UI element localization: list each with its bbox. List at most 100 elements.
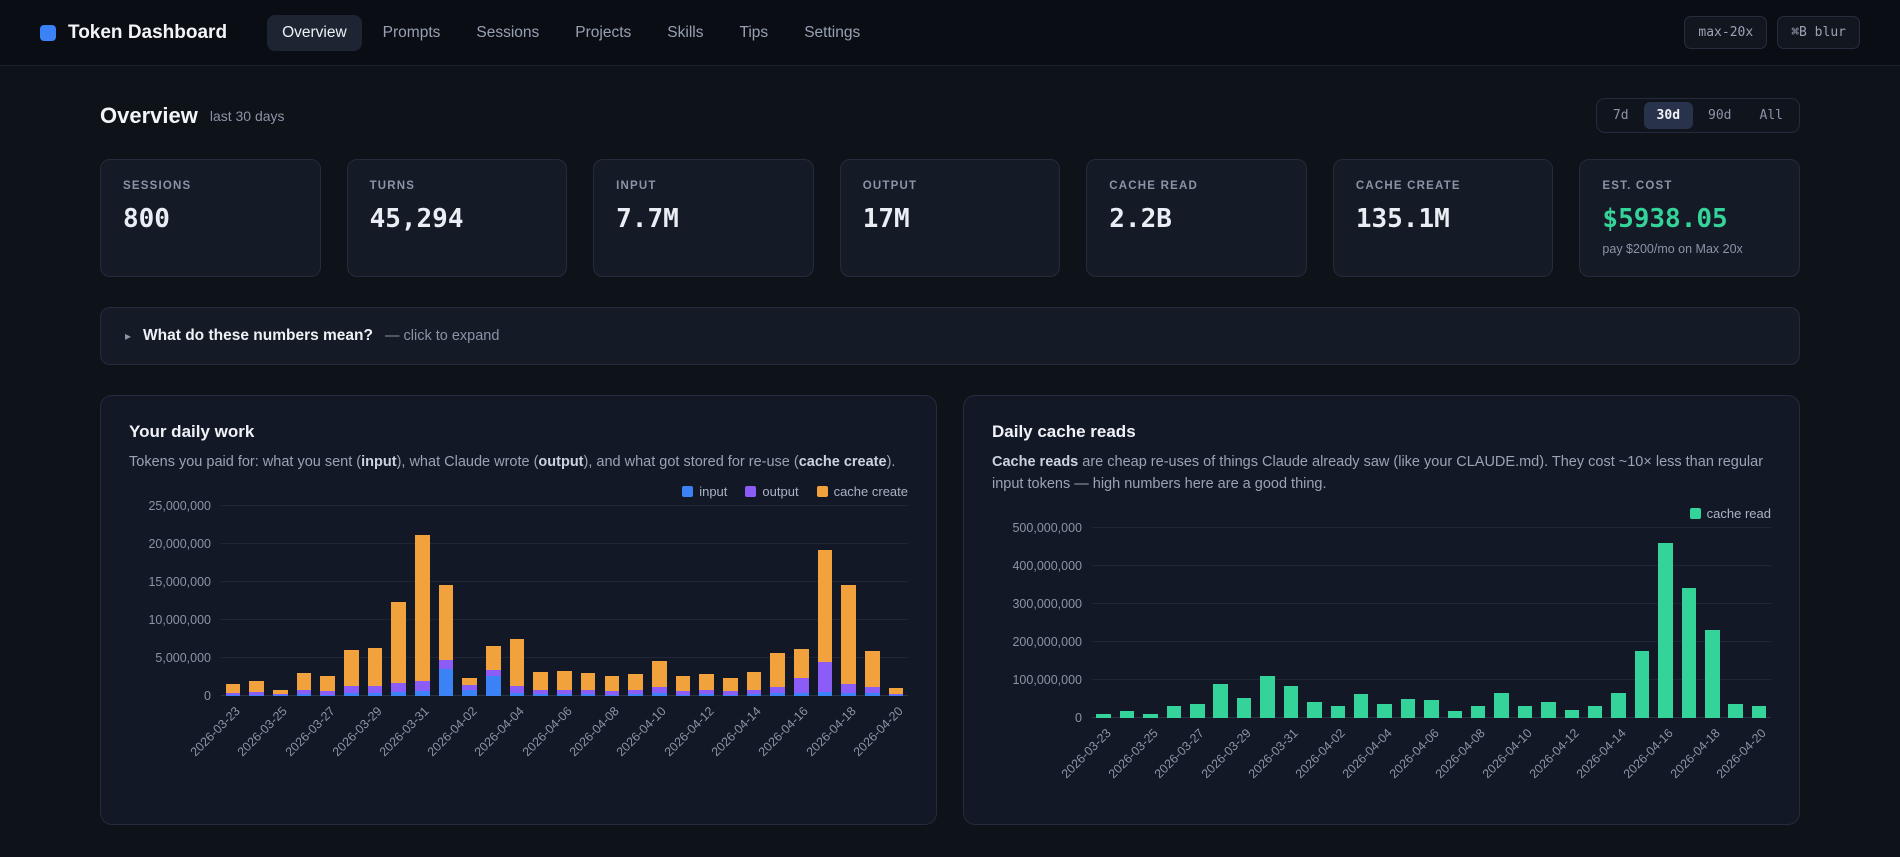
- bar-2026-04-20: [1752, 528, 1767, 718]
- bar-segment-input: [344, 693, 359, 695]
- bar-segment-cache-read: [1424, 700, 1439, 717]
- bar-2026-03-28: [344, 506, 359, 696]
- bar-segment-cache-create: [462, 678, 477, 686]
- bar-segment-output: [818, 662, 833, 692]
- bar-2026-04-02: [462, 506, 477, 696]
- bar-slot: [434, 506, 458, 696]
- x-tick-label: 2026-03-31: [377, 704, 432, 759]
- nav-item-skills[interactable]: Skills: [652, 15, 718, 51]
- bar-segment-cache-create: [865, 651, 880, 687]
- bar-slot: [529, 506, 553, 696]
- bar-2026-04-13: [723, 506, 738, 696]
- bar-segment-cache-read: [1307, 702, 1322, 718]
- bar-segment-cache-create: [439, 585, 454, 660]
- bar-2026-03-24: [249, 506, 264, 696]
- bar-segment-input: [818, 692, 833, 696]
- range-toggle: 7d30d90dAll: [1596, 98, 1800, 133]
- bar-slot: [482, 506, 506, 696]
- x-tick-label: 2026-04-10: [1480, 726, 1535, 781]
- bar-segment-cache-create: [818, 550, 833, 662]
- bar-segment-input: [320, 695, 335, 696]
- bar-segment-input: [557, 694, 572, 696]
- x-tick-label: 2026-04-12: [661, 704, 716, 759]
- caret-right-icon: ▸: [125, 329, 131, 343]
- nav-item-settings[interactable]: Settings: [789, 15, 875, 51]
- y-tick-label: 200,000,000: [1012, 635, 1082, 649]
- bar-2026-03-27: [320, 506, 335, 696]
- bar-slot: [363, 506, 387, 696]
- bar-segment-input: [723, 695, 738, 696]
- bar-segment-cache-create: [794, 649, 809, 678]
- bar-slot: [1747, 528, 1770, 718]
- range-option-90d[interactable]: 90d: [1695, 102, 1744, 129]
- bar-2026-03-26: [297, 506, 312, 696]
- bar-slot: [1326, 528, 1349, 718]
- nav-item-tips[interactable]: Tips: [724, 15, 783, 51]
- bar-2026-04-15: [1635, 528, 1650, 718]
- stat-value: 2.2B: [1109, 204, 1284, 234]
- range-option-7d[interactable]: 7d: [1600, 102, 1642, 129]
- bar-slot: [1560, 528, 1583, 718]
- bar-slot: [387, 506, 411, 696]
- y-tick-label: 10,000,000: [148, 613, 211, 627]
- bar-segment-cache-read: [1658, 543, 1673, 718]
- bar-segment-cache-create: [297, 673, 312, 690]
- bar-2026-04-18: [1705, 528, 1720, 718]
- range-option-all[interactable]: All: [1747, 102, 1796, 129]
- stat-card-input: INPUT7.7M: [593, 159, 814, 277]
- page-subtitle: last 30 days: [210, 108, 285, 124]
- x-tick-label: 2026-03-27: [282, 704, 337, 759]
- bar-segment-cache-read: [1471, 706, 1486, 717]
- stat-card-turns: TURNS45,294: [347, 159, 568, 277]
- bar-2026-04-04: [510, 506, 525, 696]
- nav-item-prompts[interactable]: Prompts: [368, 15, 456, 51]
- bar-slot: [647, 506, 671, 696]
- panel-title: Daily cache reads: [992, 422, 1771, 442]
- bar-2026-04-18: [841, 506, 856, 696]
- badge--b-blur[interactable]: ⌘B blur: [1777, 16, 1860, 49]
- explainer-expander[interactable]: ▸ What do these numbers mean? — click to…: [100, 307, 1800, 365]
- bar-2026-03-31: [1284, 528, 1299, 718]
- bar-slot: [1349, 528, 1372, 718]
- bar-2026-03-25: [273, 506, 288, 696]
- stat-card-cache-create: CACHE CREATE135.1M: [1333, 159, 1554, 277]
- x-tick-label: 2026-03-23: [188, 704, 243, 759]
- bar-slot: [1279, 528, 1302, 718]
- nav-item-sessions[interactable]: Sessions: [461, 15, 554, 51]
- bar-slot: [1115, 528, 1138, 718]
- panel-title: Your daily work: [129, 422, 908, 442]
- bar-slot: [1303, 528, 1326, 718]
- bar-segment-cache-read: [1260, 676, 1275, 718]
- chart-plot: 0100,000,000200,000,000300,000,000400,00…: [1092, 528, 1771, 718]
- y-tick-label: 400,000,000: [1012, 559, 1082, 573]
- bar-segment-cache-read: [1284, 686, 1299, 718]
- stat-card-output: OUTPUT17M: [840, 159, 1061, 277]
- nav-item-projects[interactable]: Projects: [560, 15, 646, 51]
- stat-label: INPUT: [616, 180, 791, 192]
- bar-slot: [790, 506, 814, 696]
- range-option-30d[interactable]: 30d: [1644, 102, 1693, 129]
- bar-segment-input: [581, 694, 596, 696]
- bar-2026-04-01: [439, 506, 454, 696]
- page-head: Overview last 30 days 7d30d90dAll: [100, 98, 1800, 133]
- bar-segment-output: [439, 660, 454, 669]
- badge-max-20x[interactable]: max-20x: [1684, 16, 1767, 49]
- charts-row: Your daily work Tokens you paid for: wha…: [100, 395, 1800, 825]
- bar-2026-03-29: [1237, 528, 1252, 718]
- bar-2026-04-19: [1728, 528, 1743, 718]
- stat-value: $5938.05: [1602, 204, 1777, 234]
- panel-cache-reads: Daily cache reads Cache reads are cheap …: [963, 395, 1800, 825]
- bar-slot: [1724, 528, 1747, 718]
- legend-label: cache read: [1707, 506, 1771, 521]
- bar-2026-04-10: [1518, 528, 1533, 718]
- legend-swatch-output: [745, 486, 756, 497]
- bar-slot: [1467, 528, 1490, 718]
- bar-slot: [245, 506, 269, 696]
- bar-slot: [1701, 528, 1724, 718]
- bar-segment-cache-read: [1518, 706, 1533, 717]
- bar-2026-03-30: [1260, 528, 1275, 718]
- bar-segment-input: [628, 694, 643, 696]
- nav-item-overview[interactable]: Overview: [267, 15, 362, 51]
- bar-segment-cache-create: [652, 661, 667, 688]
- bar-slot: [1537, 528, 1560, 718]
